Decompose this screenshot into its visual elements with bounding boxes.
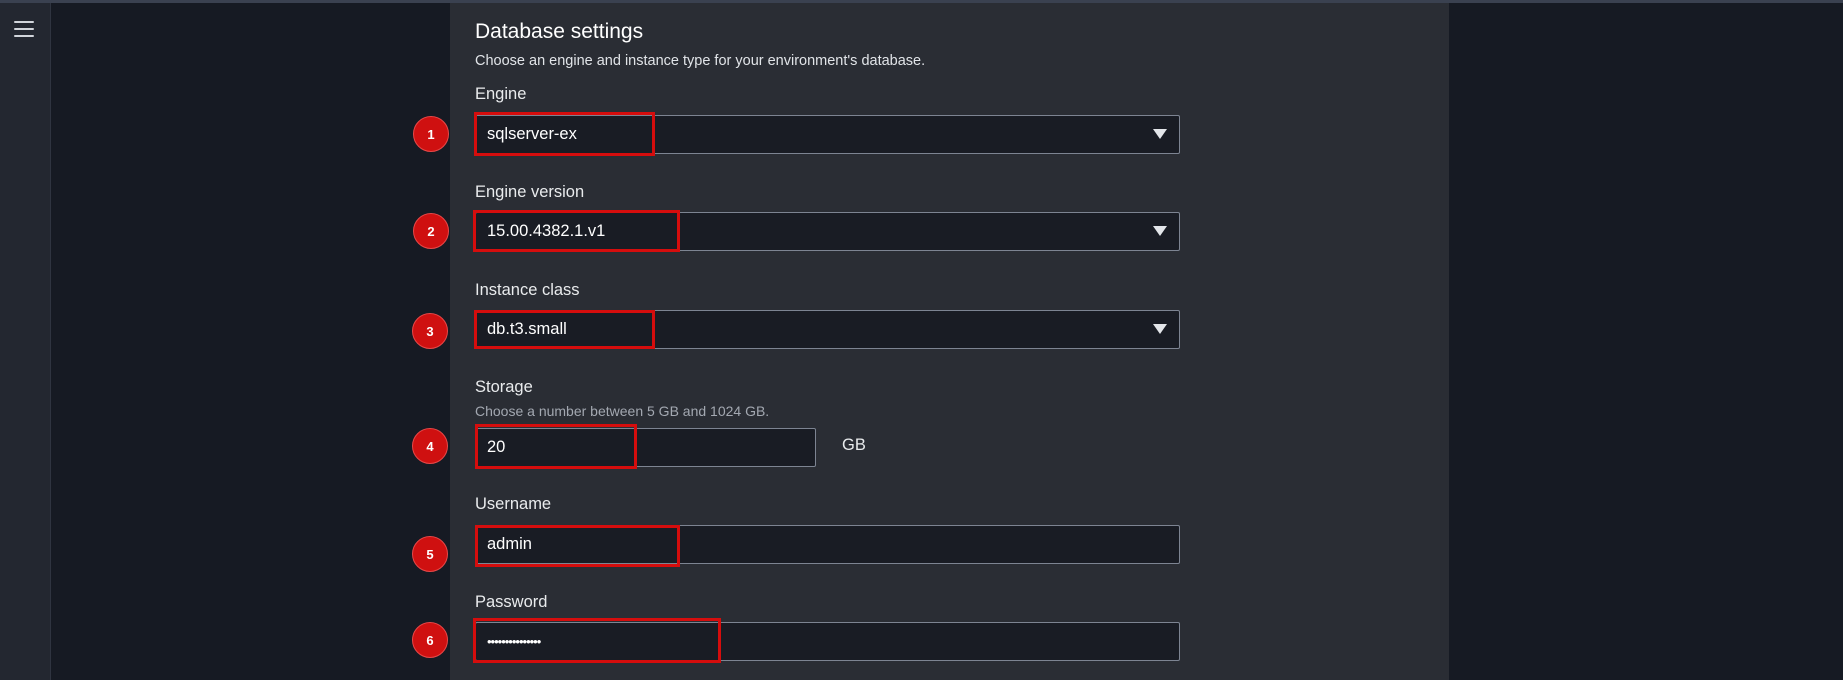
section-title: Database settings [475, 20, 644, 43]
left-sidebar [0, 3, 51, 680]
step-badge-2: 2 [413, 213, 449, 249]
storage-unit: GB [842, 436, 866, 454]
step-badge-6: 6 [412, 622, 448, 658]
engine-version-select[interactable]: 15.00.4382.1.v1 [475, 212, 1180, 251]
step-badge-1: 1 [413, 116, 449, 152]
engine-value: sqlserver-ex [487, 125, 577, 143]
caret-down-icon [1153, 129, 1167, 139]
instance-class-value: db.t3.small [487, 320, 567, 338]
hamburger-menu-icon[interactable] [14, 21, 34, 37]
storage-value: 20 [487, 438, 506, 456]
password-label: Password [475, 593, 548, 611]
instance-class-label: Instance class [475, 281, 580, 299]
username-input[interactable]: admin [475, 525, 1180, 564]
section-description: Choose an engine and instance type for y… [475, 53, 926, 69]
engine-version-value: 15.00.4382.1.v1 [487, 222, 606, 240]
step-badge-5: 5 [412, 536, 448, 572]
caret-down-icon [1153, 324, 1167, 334]
engine-version-label: Engine version [475, 183, 585, 201]
instance-class-select[interactable]: db.t3.small [475, 310, 1180, 349]
username-value: admin [487, 535, 532, 553]
engine-select[interactable]: sqlserver-ex [475, 115, 1180, 154]
username-label: Username [475, 495, 552, 513]
storage-input[interactable]: 20 [475, 428, 816, 467]
caret-down-icon [1153, 226, 1167, 236]
storage-label: Storage [475, 378, 533, 396]
engine-label: Engine [475, 85, 527, 103]
password-input[interactable]: ••••••••••••••• [475, 622, 1180, 661]
step-badge-3: 3 [412, 313, 448, 349]
password-value: ••••••••••••••• [487, 634, 541, 649]
storage-hint: Choose a number between 5 GB and 1024 GB… [475, 403, 770, 419]
step-badge-4: 4 [412, 428, 448, 464]
